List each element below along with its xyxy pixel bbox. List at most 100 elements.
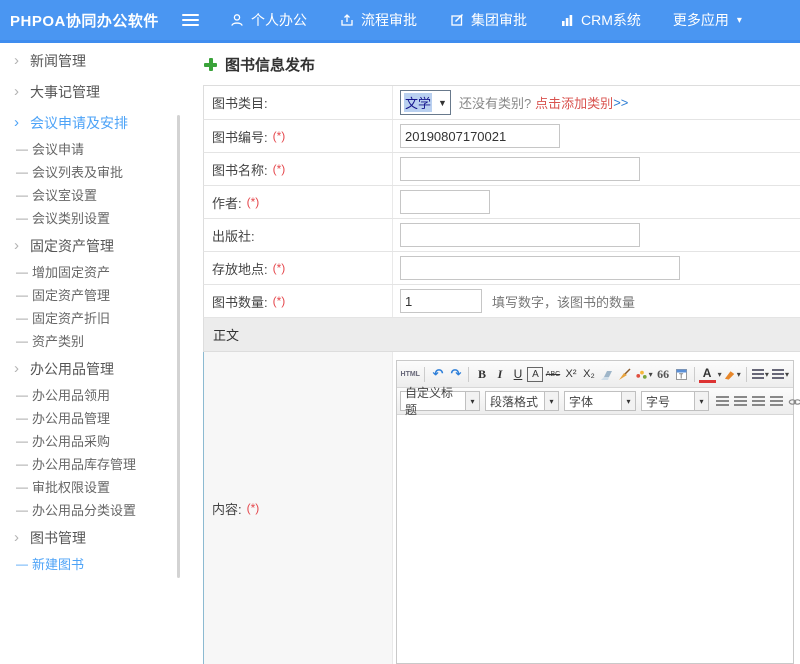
chevron-right-icon: ›: [14, 238, 30, 253]
nav-group-approval[interactable]: 集团审批: [449, 10, 527, 30]
dash-icon: —: [16, 504, 32, 516]
sidebar-label: 图书管理: [30, 528, 86, 548]
dash-icon: —: [16, 481, 32, 493]
dash-icon: —: [16, 189, 32, 201]
dash-icon: —: [16, 212, 32, 224]
sidebar-subitem-supplies-stock[interactable]: —办公用品库存管理: [0, 452, 195, 475]
page-title: 图书信息发布: [204, 54, 315, 75]
location-input[interactable]: [400, 256, 680, 280]
workflow-icon: [339, 12, 355, 28]
sidebar-subitem-meeting-list[interactable]: —会议列表及审批: [0, 160, 195, 183]
blockquote-button[interactable]: 66: [655, 365, 672, 383]
sidebar-item-news-mgmt[interactable]: ›新闻管理: [0, 46, 195, 75]
eraser-icon[interactable]: [598, 365, 615, 383]
subscript-button[interactable]: X₂: [580, 365, 597, 383]
paste-text-icon[interactable]: T: [673, 365, 690, 383]
ordered-list-icon[interactable]: ▾: [751, 365, 770, 383]
align-left-icon[interactable]: [714, 392, 731, 410]
nav-crm-system[interactable]: CRM系统: [559, 10, 641, 30]
sidebar-subitem-meeting-request[interactable]: —会议申请: [0, 137, 195, 160]
dash-icon: —: [16, 435, 32, 447]
sidebar-item-supplies-mgmt[interactable]: ›办公用品管理: [0, 354, 195, 383]
rich-text-editor: HTML ↶ ↷ B I U A ABC X² X₂ ▾: [396, 360, 794, 664]
bullet-list-icon[interactable]: ▾: [771, 365, 790, 383]
book-form: 图书类目: 文学 ▼ 还没有类别? 点击添加类别 >> 图书编号:(*) 图书名…: [203, 85, 800, 664]
sidebar-label: 会议室设置: [32, 185, 97, 204]
publisher-input[interactable]: [400, 223, 640, 247]
required-mark: (*): [273, 294, 286, 308]
sidebar-subitem-meeting-room[interactable]: —会议室设置: [0, 183, 195, 206]
strikethrough-button[interactable]: ABC: [544, 365, 561, 383]
nav-workflow-approval[interactable]: 流程审批: [339, 10, 417, 30]
bold-button[interactable]: B: [473, 365, 490, 383]
add-category-link[interactable]: 点击添加类别: [535, 93, 613, 112]
font-size-dropdown[interactable]: 字号▾: [641, 391, 709, 411]
sidebar-subitem-meeting-category[interactable]: —会议类别设置: [0, 206, 195, 229]
field-label: 图书类目:: [204, 86, 393, 119]
category-select[interactable]: 文学 ▼: [400, 90, 451, 115]
svg-text:T: T: [679, 373, 684, 380]
redo-button[interactable]: ↷: [447, 365, 464, 383]
sidebar-subitem-asset-mgmt[interactable]: —固定资产管理: [0, 283, 195, 306]
custom-title-dropdown[interactable]: 自定义标题▾: [400, 391, 480, 411]
font-family-dropdown[interactable]: 字体▾: [564, 391, 636, 411]
quantity-input[interactable]: [400, 289, 482, 313]
align-center-icon[interactable]: [732, 392, 749, 410]
nav-label: 集团审批: [471, 10, 527, 30]
caret-down-icon: ▾: [737, 15, 742, 26]
sidebar-label: 办公用品管理: [30, 359, 114, 379]
nav-more-apps[interactable]: 更多应用 ▾: [673, 10, 742, 30]
sidebar-subitem-new-book[interactable]: —新建图书: [0, 552, 195, 575]
sidebar-item-events-mgmt[interactable]: ›大事记管理: [0, 77, 195, 106]
sidebar-item-meeting-apply[interactable]: ›会议申请及安排: [0, 108, 195, 137]
sidebar-subitem-approval-permission[interactable]: —审批权限设置: [0, 475, 195, 498]
main-content: 图书信息发布 图书类目: 文学 ▼ 还没有类别? 点击添加类别 >> 图书编号:…: [195, 43, 800, 578]
align-right-icon[interactable]: [750, 392, 767, 410]
paragraph-format-dropdown[interactable]: 段落格式▾: [485, 391, 559, 411]
align-justify-icon[interactable]: [768, 392, 785, 410]
undo-button[interactable]: ↶: [429, 365, 446, 383]
sidebar-subitem-supplies-purchase[interactable]: —办公用品采购: [0, 429, 195, 452]
caret-down-icon[interactable]: ▾: [718, 370, 722, 379]
sidebar-subitem-supplies-category[interactable]: —办公用品分类设置: [0, 498, 195, 521]
italic-button[interactable]: I: [491, 365, 508, 383]
sidebar-label: 大事记管理: [30, 82, 100, 102]
category-selected-value: 文学: [404, 93, 432, 112]
sidebar-subitem-asset-depreciation[interactable]: —固定资产折旧: [0, 306, 195, 329]
underline-button[interactable]: U: [509, 365, 526, 383]
author-input[interactable]: [400, 190, 490, 214]
sidebar-subitem-supplies-claim[interactable]: —办公用品领用: [0, 383, 195, 406]
superscript-button[interactable]: X²: [562, 365, 579, 383]
sidebar-subitem-supplies-mgmt[interactable]: —办公用品管理: [0, 406, 195, 429]
sidebar-label: 资产类别: [32, 331, 84, 350]
sidebar-subitem-asset-category[interactable]: —资产类别: [0, 329, 195, 352]
highlight-pen-icon[interactable]: ▾: [723, 365, 742, 383]
nav-label: CRM系统: [581, 10, 641, 30]
html-source-button[interactable]: HTML: [400, 365, 420, 383]
add-category-arrows[interactable]: >>: [613, 95, 628, 110]
font-style-button[interactable]: A: [527, 367, 543, 382]
sidebar-item-book-mgmt[interactable]: ›图书管理: [0, 523, 195, 552]
sidebar-label: 会议类别设置: [32, 208, 110, 227]
caret-down-icon: ▾: [694, 392, 708, 410]
chevron-right-icon: ›: [14, 530, 30, 545]
field-label: 图书名称:(*): [204, 153, 393, 185]
nav-personal-office[interactable]: 个人办公: [229, 10, 307, 30]
sidebar-label: 增加固定资产: [32, 262, 110, 281]
link-icon[interactable]: [786, 392, 800, 410]
color-palette-icon[interactable]: ▾: [634, 365, 653, 383]
font-color-button[interactable]: A: [699, 366, 716, 383]
book-code-input[interactable]: [400, 124, 560, 148]
editor-content-area[interactable]: [397, 415, 793, 663]
sidebar-subitem-add-asset[interactable]: —增加固定资产: [0, 260, 195, 283]
required-mark: (*): [273, 129, 286, 143]
hamburger-menu-icon[interactable]: [182, 11, 199, 29]
sidebar-scrollbar[interactable]: [177, 115, 180, 578]
book-name-input[interactable]: [400, 157, 640, 181]
sidebar-label: 会议列表及审批: [32, 162, 123, 181]
sidebar-item-assets-mgmt[interactable]: ›固定资产管理: [0, 231, 195, 260]
sidebar-label: 会议申请: [32, 139, 84, 158]
format-brush-icon[interactable]: [616, 365, 633, 383]
form-row-code: 图书编号:(*): [203, 120, 800, 153]
sidebar-label: 办公用品库存管理: [32, 454, 136, 473]
